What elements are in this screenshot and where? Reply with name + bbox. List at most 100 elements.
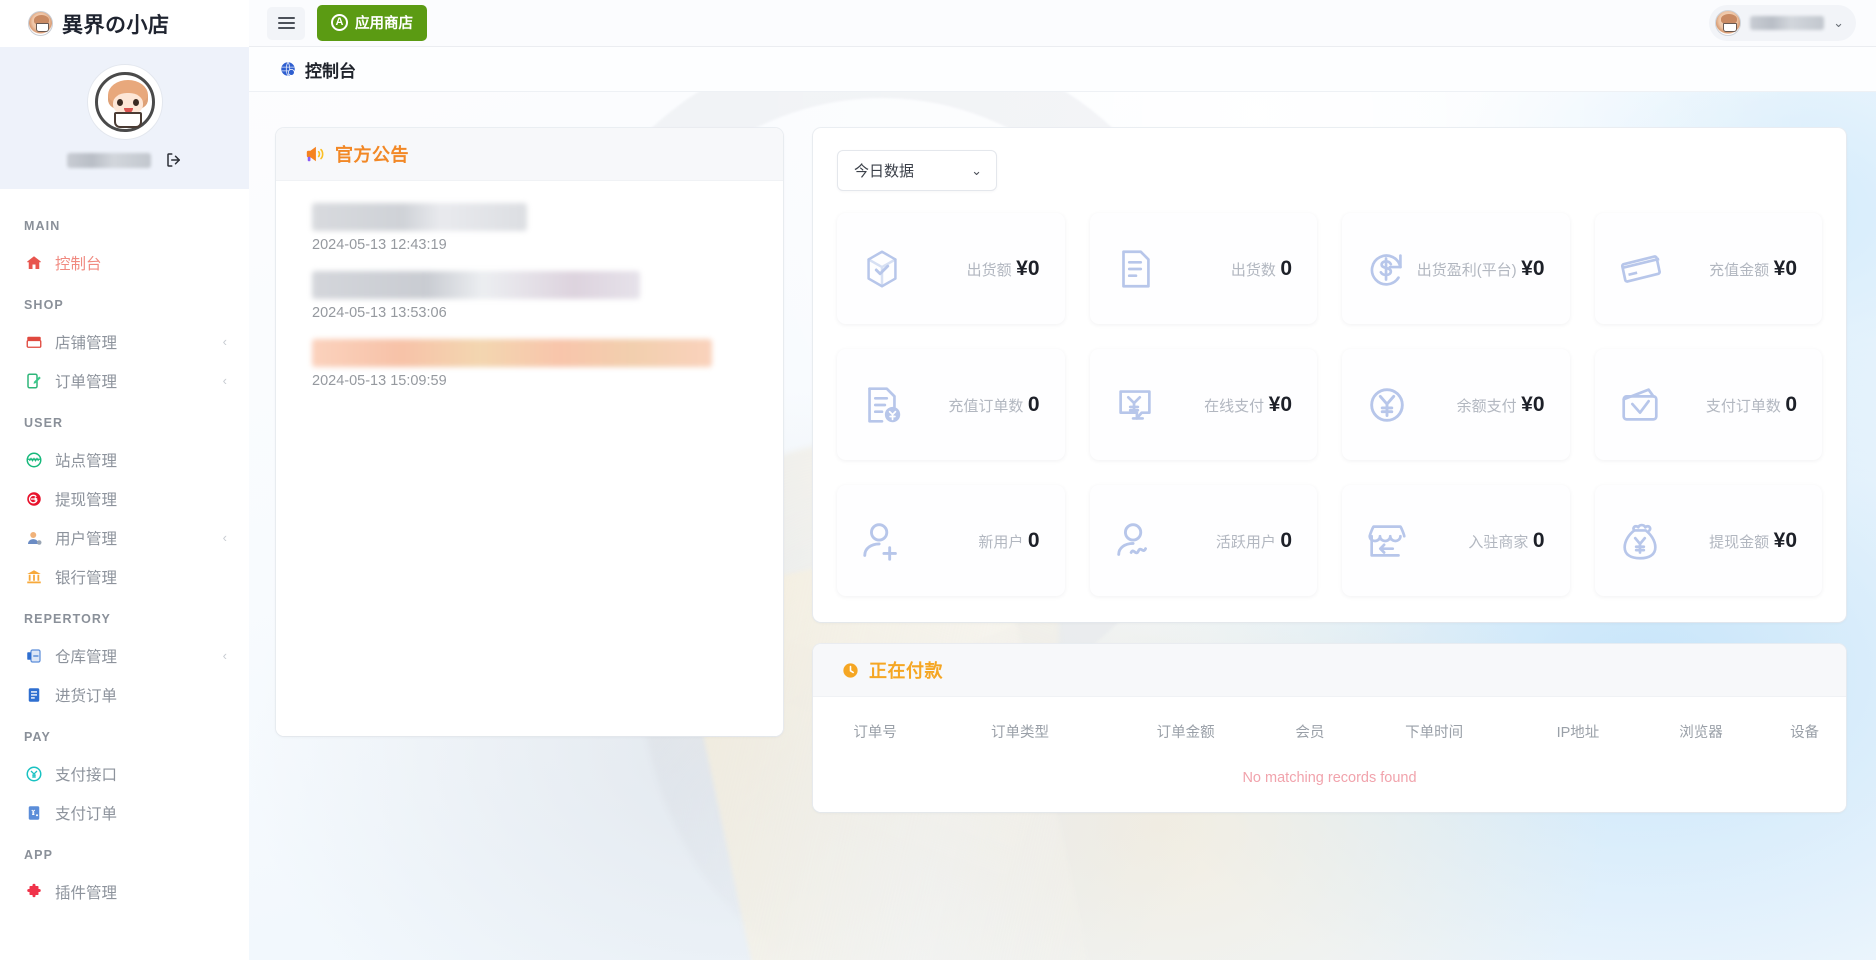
sidebar-item-warehouse-management[interactable]: 仓库管理 ‹: [0, 636, 249, 675]
announcement-date: 2024-05-13 12:43:19: [312, 237, 447, 253]
stat-value: 0: [1280, 256, 1292, 280]
table-empty-row: No matching records found: [813, 764, 1846, 812]
topbar: A 应用商店 ⌄: [249, 0, 1876, 47]
store-icon: [24, 332, 43, 351]
stat-label: 出货数: [1230, 261, 1276, 279]
stat-label: 充值订单数: [948, 397, 1024, 415]
sidebar-item-label: 进货订单: [55, 687, 118, 705]
stat-value: ¥0: [1773, 528, 1797, 552]
stat-label: 出货盈利(平台): [1416, 261, 1517, 279]
content: 官方公告 2024-05-13 12:43:19 2024-05-13 13:5…: [249, 92, 1876, 960]
user-menu[interactable]: ⌄: [1709, 5, 1856, 41]
announcement-date: 2024-05-13 13:53:06: [312, 305, 447, 321]
list-item[interactable]: 2024-05-13 12:43:19: [312, 203, 761, 253]
paying-card: 正在付款 订单号 订单类型 订单金额 会员 下单时间 IP地址 浏览器 设备 N…: [813, 644, 1846, 812]
stat-value: 0: [1785, 392, 1797, 416]
stat-card-payment-orders[interactable]: 支付订单数 0: [1594, 349, 1822, 460]
sidebar-item-order-management[interactable]: 订单管理 ‹: [0, 361, 249, 400]
stat-card-balance-payment[interactable]: 余额支付 ¥0: [1342, 349, 1570, 460]
username-redacted: [1750, 16, 1825, 30]
stat-value: 0: [1532, 528, 1545, 552]
clipboard-icon: [24, 685, 43, 704]
sidebar-item-bank-management[interactable]: 银行管理: [0, 557, 249, 596]
stat-label: 活跃用户: [1215, 533, 1276, 551]
package-check-icon: [859, 246, 905, 292]
list-item[interactable]: 2024-05-13 13:53:06: [312, 271, 761, 321]
announcement-header: 官方公告: [276, 128, 783, 181]
logout-icon[interactable]: [165, 151, 183, 169]
stat-card-merchants[interactable]: 入驻商家 0: [1342, 485, 1570, 596]
stat-value: ¥0: [1521, 256, 1545, 280]
store-arrow-icon: [1364, 518, 1410, 564]
sidebar-item-plugin-management[interactable]: 插件管理: [0, 872, 249, 911]
chevron-left-icon: ‹: [222, 373, 227, 388]
right-column: 今日数据 ⌄ 出货额 ¥0 出货数 0 出货盈利(平台) ¥0 充值金额 ¥0 …: [813, 128, 1846, 960]
announcement-text-redacted: [312, 339, 712, 367]
sidebar-item-label: 支付接口: [55, 766, 118, 784]
stat-card-shipment-amount[interactable]: 出货额 ¥0: [837, 213, 1065, 324]
profile-row: [66, 151, 183, 169]
chevron-down-icon: ⌄: [971, 162, 982, 178]
sidebar-item-label: 仓库管理: [55, 648, 118, 666]
stat-card-new-users[interactable]: 新用户 0: [837, 485, 1065, 596]
column-browser[interactable]: 浏览器: [1639, 697, 1763, 764]
sidebar-item-withdraw-management[interactable]: 提现管理: [0, 479, 249, 518]
stat-label: 入驻商家: [1468, 533, 1529, 551]
date-range-select[interactable]: 今日数据 ⌄: [837, 150, 997, 191]
nav-group-shop: SHOP: [24, 298, 64, 312]
column-order-type[interactable]: 订单类型: [937, 697, 1103, 764]
column-member[interactable]: 会员: [1269, 697, 1352, 764]
announcement-date: 2024-05-13 15:09:59: [312, 373, 447, 389]
sidebar-item-user-management[interactable]: 用户管理 ‹: [0, 518, 249, 557]
stat-card-active-users[interactable]: 活跃用户 0: [1089, 485, 1317, 596]
user-avatar-icon[interactable]: [87, 65, 162, 139]
sidebar-item-label: 用户管理: [55, 530, 118, 548]
paying-table: 订单号 订单类型 订单金额 会员 下单时间 IP地址 浏览器 设备 No mat…: [813, 697, 1846, 812]
column-device[interactable]: 设备: [1763, 697, 1846, 764]
nav-group-app: APP: [24, 848, 54, 862]
column-order-amount[interactable]: 订单金额: [1103, 697, 1269, 764]
megaphone-icon: [304, 144, 326, 164]
stat-value: 0: [1280, 528, 1292, 552]
page-header: 控制台: [249, 47, 1876, 92]
warehouse-icon: [24, 646, 43, 665]
announcement-text-redacted: [312, 203, 527, 231]
sidebar-item-label: 支付订单: [55, 805, 118, 823]
stat-card-shipment-profit[interactable]: 出货盈利(平台) ¥0: [1342, 213, 1570, 324]
sidebar-item-dashboard[interactable]: 控制台: [0, 243, 249, 282]
sidebar-item-site-management[interactable]: 站点管理: [0, 440, 249, 479]
stat-card-withdraw-amount[interactable]: 提现金额 ¥0: [1594, 485, 1822, 596]
order-edit-icon: [24, 371, 43, 390]
sidebar-item-label: 控制台: [55, 255, 102, 273]
stat-card-recharge-amount[interactable]: 充值金额 ¥0: [1594, 213, 1822, 324]
document-lines-icon: [1112, 246, 1158, 292]
column-order-time[interactable]: 下单时间: [1351, 697, 1517, 764]
sidebar-item-payment-order[interactable]: 支付订单: [0, 793, 249, 832]
sidebar-item-store-management[interactable]: 店铺管理 ‹: [0, 322, 249, 361]
home-icon: [24, 253, 43, 272]
announcement-card: 官方公告 2024-05-13 12:43:19 2024-05-13 13:5…: [276, 128, 783, 736]
app-store-button[interactable]: A 应用商店: [317, 5, 427, 41]
money-bag-yen-icon: [1617, 518, 1663, 564]
shop-girl-avatar-icon: [28, 11, 53, 36]
brand[interactable]: 異界の小店: [0, 0, 249, 47]
sidebar-item-label: 插件管理: [55, 884, 118, 902]
sidebar-item-purchase-order[interactable]: 进货订单: [0, 675, 249, 714]
list-item[interactable]: 2024-05-13 15:09:59: [312, 339, 761, 389]
stat-card-online-payment[interactable]: 在线支付 ¥0: [1089, 349, 1317, 460]
credit-card-icon: [1617, 246, 1663, 292]
column-order-no[interactable]: 订单号: [813, 697, 937, 764]
stat-card-shipment-count[interactable]: 出货数 0: [1089, 213, 1317, 324]
hamburger-icon[interactable]: [267, 6, 305, 40]
page-title: 控制台: [305, 61, 356, 81]
date-range-value: 今日数据: [854, 163, 915, 180]
stat-value: ¥0: [1016, 256, 1040, 280]
column-ip-address[interactable]: IP地址: [1517, 697, 1639, 764]
stats-grid: 出货额 ¥0 出货数 0 出货盈利(平台) ¥0 充值金额 ¥0 充值订单数 0…: [837, 213, 1822, 596]
sidebar-item-label: 银行管理: [55, 569, 118, 587]
yen-circle-icon: [1364, 382, 1410, 428]
stat-card-recharge-orders[interactable]: 充值订单数 0: [837, 349, 1065, 460]
sidebar-item-payment-interface[interactable]: 支付接口: [0, 754, 249, 793]
stat-value: ¥0: [1521, 392, 1545, 416]
announcement-text-redacted: [312, 271, 640, 299]
